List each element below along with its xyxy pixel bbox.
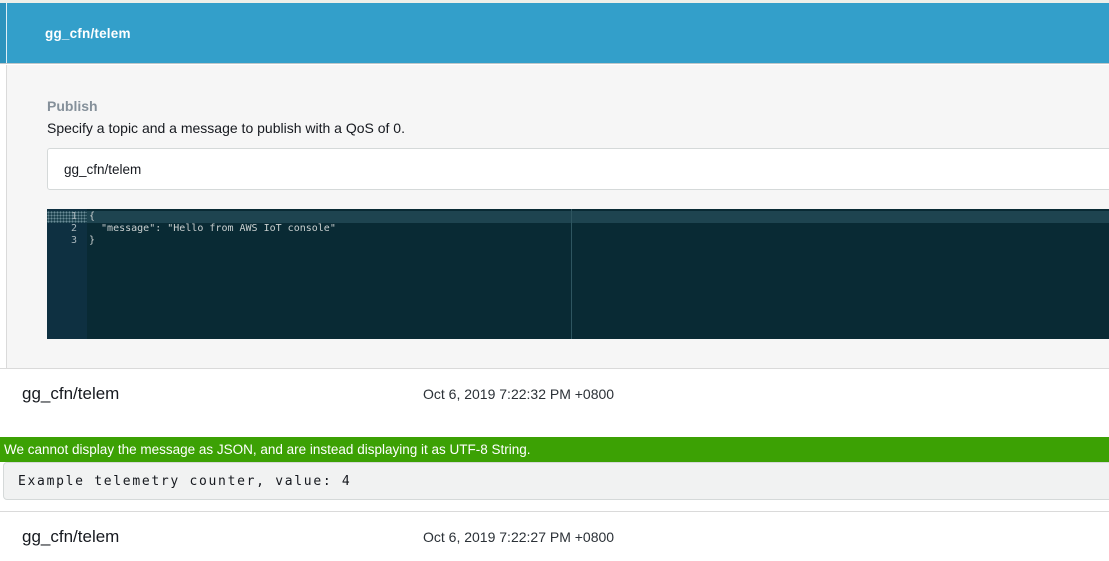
- message-timestamp: Oct 6, 2019 7:22:32 PM +0800: [423, 386, 614, 402]
- header-edge-strip: [0, 3, 7, 63]
- publish-panel: Publish Specify a topic and a message to…: [0, 65, 1109, 369]
- payload-code-editor[interactable]: 1 2 3 { "message": "Hello from AWS IoT c…: [47, 209, 1109, 339]
- panel-left-border: [0, 65, 7, 368]
- code-line: "message": "Hello from AWS IoT console": [87, 223, 1109, 235]
- message-timestamp: Oct 6, 2019 7:22:27 PM +0800: [423, 529, 614, 545]
- publish-topic-input[interactable]: [47, 148, 1109, 190]
- message-payload-box: Example telemetry counter, value: 4: [3, 462, 1109, 500]
- code-line: }: [87, 235, 1109, 247]
- message-topic: gg_cfn/telem: [22, 527, 119, 547]
- message-item: gg_cfn/telem Oct 6, 2019 7:22:27 PM +080…: [0, 524, 1109, 550]
- message-topic: gg_cfn/telem: [22, 384, 119, 404]
- editor-line-number-gutter: 1 2 3: [47, 209, 87, 339]
- editor-code-content: { "message": "Hello from AWS IoT console…: [87, 211, 1109, 247]
- message-item: gg_cfn/telem Oct 6, 2019 7:22:32 PM +080…: [0, 381, 1109, 407]
- line-number: 2: [47, 223, 87, 235]
- publish-description: Specify a topic and a message to publish…: [47, 120, 405, 136]
- message-divider: [0, 511, 1109, 512]
- publish-section-label: Publish: [47, 98, 98, 114]
- line-number: 1: [47, 211, 87, 223]
- header-topic-title: gg_cfn/telem: [45, 3, 131, 63]
- code-line: {: [87, 211, 1109, 223]
- utf8-notice-banner: We cannot display the message as JSON, a…: [0, 437, 1109, 462]
- line-number: 3: [47, 235, 87, 247]
- topic-header-bar: gg_cfn/telem: [0, 3, 1109, 64]
